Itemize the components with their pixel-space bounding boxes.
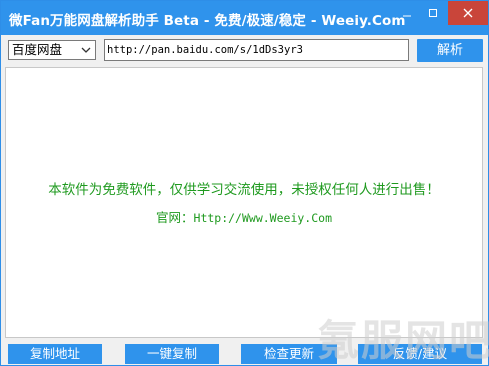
disk-type-select[interactable]: 百度网盘 [8,40,96,60]
close-icon [463,8,473,18]
toolbar: 百度网盘 http://pan.baidu.com/s/1dDs3yr3 解析 [1,35,488,65]
chevron-down-icon [81,47,91,53]
close-button[interactable] [448,1,488,25]
check-update-button[interactable]: 检查更新 [241,344,337,364]
window-title: 微Fan万能网盘解析助手 Beta - 免费/极速/稳定 - Weeiy.Com [9,13,406,29]
maximize-button[interactable] [420,1,446,25]
official-site-label: 官网： [156,210,194,225]
app-window: 微Fan万能网盘解析助手 Beta - 免费/极速/稳定 - Weeiy.Com… [0,0,489,366]
minimize-button[interactable] [394,1,420,25]
maximize-icon [429,9,437,17]
share-url-value: http://pan.baidu.com/s/1dDs3yr3 [107,44,303,56]
official-site-url[interactable]: Http://Www.Weeiy.Com [194,211,332,225]
notice-text: 本软件为免费软件，仅供学习交流使用，未授权任何人进行出售！ [48,182,440,198]
disk-type-value: 百度网盘 [12,42,63,57]
minimize-icon [403,15,411,17]
title-bar[interactable]: 微Fan万能网盘解析助手 Beta - 免费/极速/稳定 - Weeiy.Com [1,1,488,35]
share-url-input[interactable]: http://pan.baidu.com/s/1dDs3yr3 [104,39,409,61]
copy-address-button[interactable]: 复制地址 [8,344,102,364]
one-click-copy-button[interactable]: 一键复制 [125,344,219,364]
official-site: 官网：Http://Www.Weeiy.Com [6,207,482,226]
feedback-button[interactable]: 反馈/建议 [358,344,482,364]
result-panel: 本软件为免费软件，仅供学习交流使用，未授权任何人进行出售！ 官网：Http://… [5,67,483,338]
parse-button[interactable]: 解析 [417,39,483,62]
